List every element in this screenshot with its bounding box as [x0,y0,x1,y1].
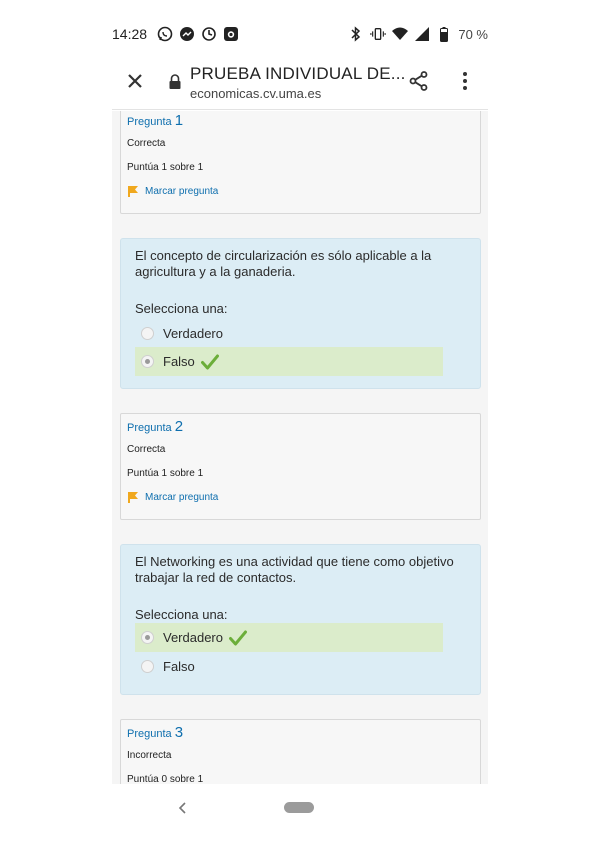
radio-button[interactable] [141,327,154,340]
checkmark-icon [200,354,219,369]
flag-question-label: Marcar pregunta [145,492,219,503]
status-bar: 14:28 70 % [112,20,488,48]
whatsapp-icon [157,26,173,42]
status-right: 70 % [348,26,488,42]
question-text: El concepto de circularización es sólo a… [135,248,432,279]
question-label: Pregunta [127,728,172,740]
answer-label: Falso [163,659,195,674]
chevron-left-icon [178,802,186,814]
answer-option-falso[interactable]: Falso [135,347,443,376]
system-navigation-bar [112,784,488,834]
question-content-1: El concepto de circularización es sólo a… [120,238,481,389]
radio-button-selected[interactable] [141,355,154,368]
flag-icon [128,186,138,197]
question-heading: Pregunta 3 [127,724,183,741]
question-grade: Puntúa 0 sobre 1 [127,774,204,784]
vibrate-icon [370,26,387,42]
status-left: 14:28 [112,26,239,42]
radio-button-selected[interactable] [141,631,154,644]
more-options-button[interactable] [454,70,476,92]
browser-toolbar: PRUEBA INDIVIDUAL DE... economicas.cv.um… [112,52,488,110]
question-heading: Pregunta 2 [127,418,183,435]
bluetooth-icon [348,26,364,42]
back-button[interactable] [176,800,190,816]
answer-option-verdadero[interactable]: Verdadero [135,319,443,348]
share-button[interactable] [408,70,430,92]
question-heading: Pregunta 1 [127,112,183,129]
battery-icon [436,26,452,42]
question-text: El Networking es una actividad que tiene… [135,554,454,585]
question-state: Correcta [127,444,166,455]
question-grade: Puntúa 1 sobre 1 [127,468,204,479]
question-number: 1 [174,112,184,129]
checkmark-icon [229,630,247,645]
sync-icon [201,26,217,42]
answer-prompt: Selecciona una: [135,607,228,622]
flag-question-label: Marcar pregunta [145,186,219,197]
question-number: 2 [174,418,184,435]
flag-question-link[interactable]: Marcar pregunta [127,185,218,198]
question-number: 3 [174,724,184,741]
camera-icon [223,26,239,42]
more-vertical-icon [463,72,467,90]
question-content-2: El Networking es una actividad que tiene… [120,544,481,695]
page-title: PRUEBA INDIVIDUAL DE... [190,64,406,83]
signal-icon [414,26,430,42]
close-tab-button[interactable] [124,70,146,92]
question-label: Pregunta [127,422,172,434]
question-grade: Puntúa 1 sobre 1 [127,162,204,173]
status-time: 14:28 [112,26,148,42]
share-icon [409,71,428,91]
wifi-icon [392,26,409,42]
answer-option-verdadero[interactable]: Verdadero [135,623,443,652]
answer-label: Verdadero [163,326,223,341]
question-info-2: Pregunta 2 Correcta Puntúa 1 sobre 1 Mar… [120,413,481,520]
lock-icon [168,74,182,90]
battery-percent: 70 % [458,26,488,42]
flag-question-link[interactable]: Marcar pregunta [127,491,218,504]
close-icon [128,74,142,88]
question-state: Correcta [127,138,166,149]
question-label: Pregunta [127,116,172,128]
answer-option-falso[interactable]: Falso [135,652,443,681]
answer-prompt: Selecciona una: [135,301,228,316]
radio-button[interactable] [141,660,154,673]
answer-label: Verdadero [163,630,223,645]
flag-icon [128,492,138,503]
messenger-icon [179,26,195,42]
page-url[interactable]: economicas.cv.uma.es [190,86,321,101]
page-content[interactable]: Pregunta 1 Correcta Puntúa 1 sobre 1 Mar… [112,111,488,784]
answer-label: Falso [163,354,195,369]
question-state: Incorrecta [127,750,172,761]
question-info-1: Pregunta 1 Correcta Puntúa 1 sobre 1 Mar… [120,111,481,214]
question-info-3: Pregunta 3 Incorrecta Puntúa 0 sobre 1 [120,719,481,784]
home-button[interactable] [284,802,314,813]
